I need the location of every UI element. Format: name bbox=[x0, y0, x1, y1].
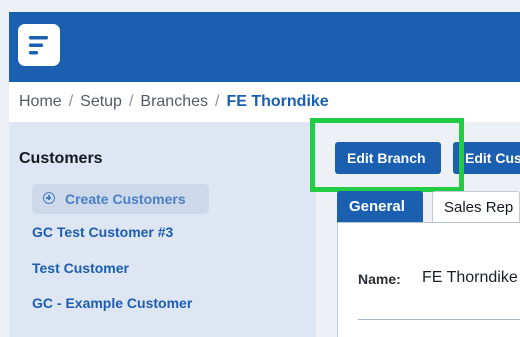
breadcrumb-separator: / bbox=[68, 93, 74, 110]
logo-lines-graphic bbox=[29, 36, 48, 55]
sidebar-title: Customers bbox=[19, 150, 103, 167]
edit-customers-button[interactable]: Edit Cus bbox=[453, 142, 520, 174]
edit-branch-button[interactable]: Edit Branch bbox=[335, 142, 441, 174]
breadcrumb-setup[interactable]: Setup bbox=[80, 93, 122, 110]
breadcrumb-home[interactable]: Home bbox=[19, 93, 62, 110]
breadcrumb-separator: / bbox=[215, 93, 220, 110]
plus-circle-icon bbox=[43, 192, 55, 204]
tab-sales-rep[interactable]: Sales Rep bbox=[432, 191, 520, 222]
general-tab-content: Name: FE Thorndike bbox=[337, 223, 520, 337]
customer-link[interactable]: GC Test Customer #3 bbox=[32, 224, 173, 240]
breadcrumb: Home / Setup / Branches / FE Thorndike bbox=[19, 93, 329, 111]
name-field-value: FE Thorndike bbox=[422, 269, 518, 286]
breadcrumb-bar: Home / Setup / Branches / FE Thorndike bbox=[9, 82, 520, 122]
customer-link[interactable]: Test Customer bbox=[32, 260, 129, 276]
breadcrumb-branches[interactable]: Branches bbox=[140, 93, 208, 110]
customer-link[interactable]: GC - Example Customer bbox=[32, 295, 192, 311]
breadcrumb-current: FE Thorndike bbox=[226, 93, 329, 110]
breadcrumb-separator: / bbox=[128, 93, 134, 110]
customers-sidebar: Customers Create Customers GC Test Custo… bbox=[9, 122, 316, 337]
field-divider bbox=[358, 319, 520, 320]
create-customers-button[interactable]: Create Customers bbox=[32, 184, 209, 214]
name-field-label: Name: bbox=[358, 271, 401, 287]
tab-general[interactable]: General bbox=[337, 191, 423, 222]
create-customers-label: Create Customers bbox=[65, 191, 186, 207]
top-navigation-bar bbox=[9, 12, 520, 82]
app-page: Home / Setup / Branches / FE Thorndike Custome… bbox=[0, 0, 520, 337]
app-logo-icon[interactable] bbox=[18, 24, 60, 66]
